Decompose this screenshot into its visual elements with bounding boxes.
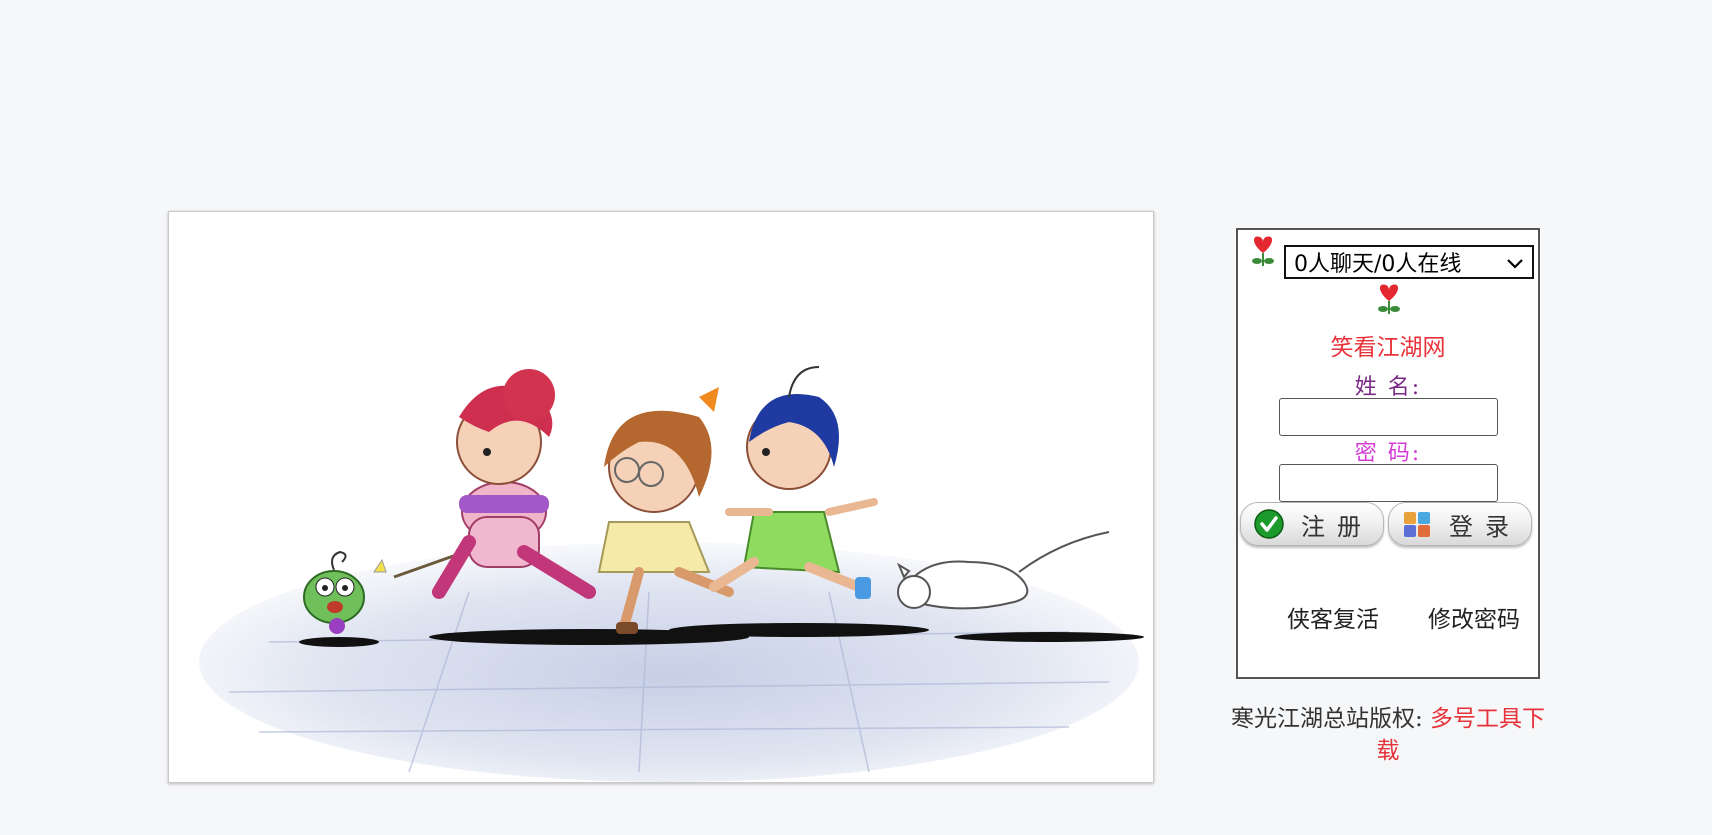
copyright-text: 寒光江湖总站版权: bbox=[1230, 706, 1423, 732]
register-button[interactable]: 注册 bbox=[1240, 502, 1384, 546]
heart-flower-icon bbox=[1374, 282, 1404, 316]
online-count-select[interactable]: 0人聊天/0人在线 bbox=[1284, 245, 1534, 279]
banner-image bbox=[168, 211, 1154, 783]
login-button-label: 登录 bbox=[1449, 512, 1521, 541]
login-panel: 0人聊天/0人在线 笑看江湖网 姓 名: 密 码: 注册 登录 侠客复活 修改密… bbox=[1236, 228, 1540, 679]
online-count-value: 0人聊天/0人在线 bbox=[1294, 252, 1462, 277]
site-name: 笑看江湖网 bbox=[1330, 335, 1446, 361]
password-label: 密 码: bbox=[1354, 441, 1422, 466]
register-button-label: 注册 bbox=[1301, 512, 1373, 541]
chevron-down-icon bbox=[1506, 253, 1524, 271]
change-password-link[interactable]: 修改密码 bbox=[1428, 600, 1520, 634]
login-button[interactable]: 登录 bbox=[1388, 502, 1532, 546]
heart-flower-icon bbox=[1248, 234, 1278, 268]
users-icon bbox=[1401, 508, 1433, 540]
footer: 寒光江湖总站版权: 多号工具下载 bbox=[1220, 703, 1556, 767]
checkmark-icon bbox=[1253, 508, 1285, 540]
password-input[interactable] bbox=[1279, 464, 1498, 502]
running-kids-illustration bbox=[199, 366, 1144, 782]
name-label: 姓 名: bbox=[1354, 375, 1422, 400]
revive-link[interactable]: 侠客复活 bbox=[1287, 600, 1379, 634]
username-input[interactable] bbox=[1279, 398, 1498, 436]
